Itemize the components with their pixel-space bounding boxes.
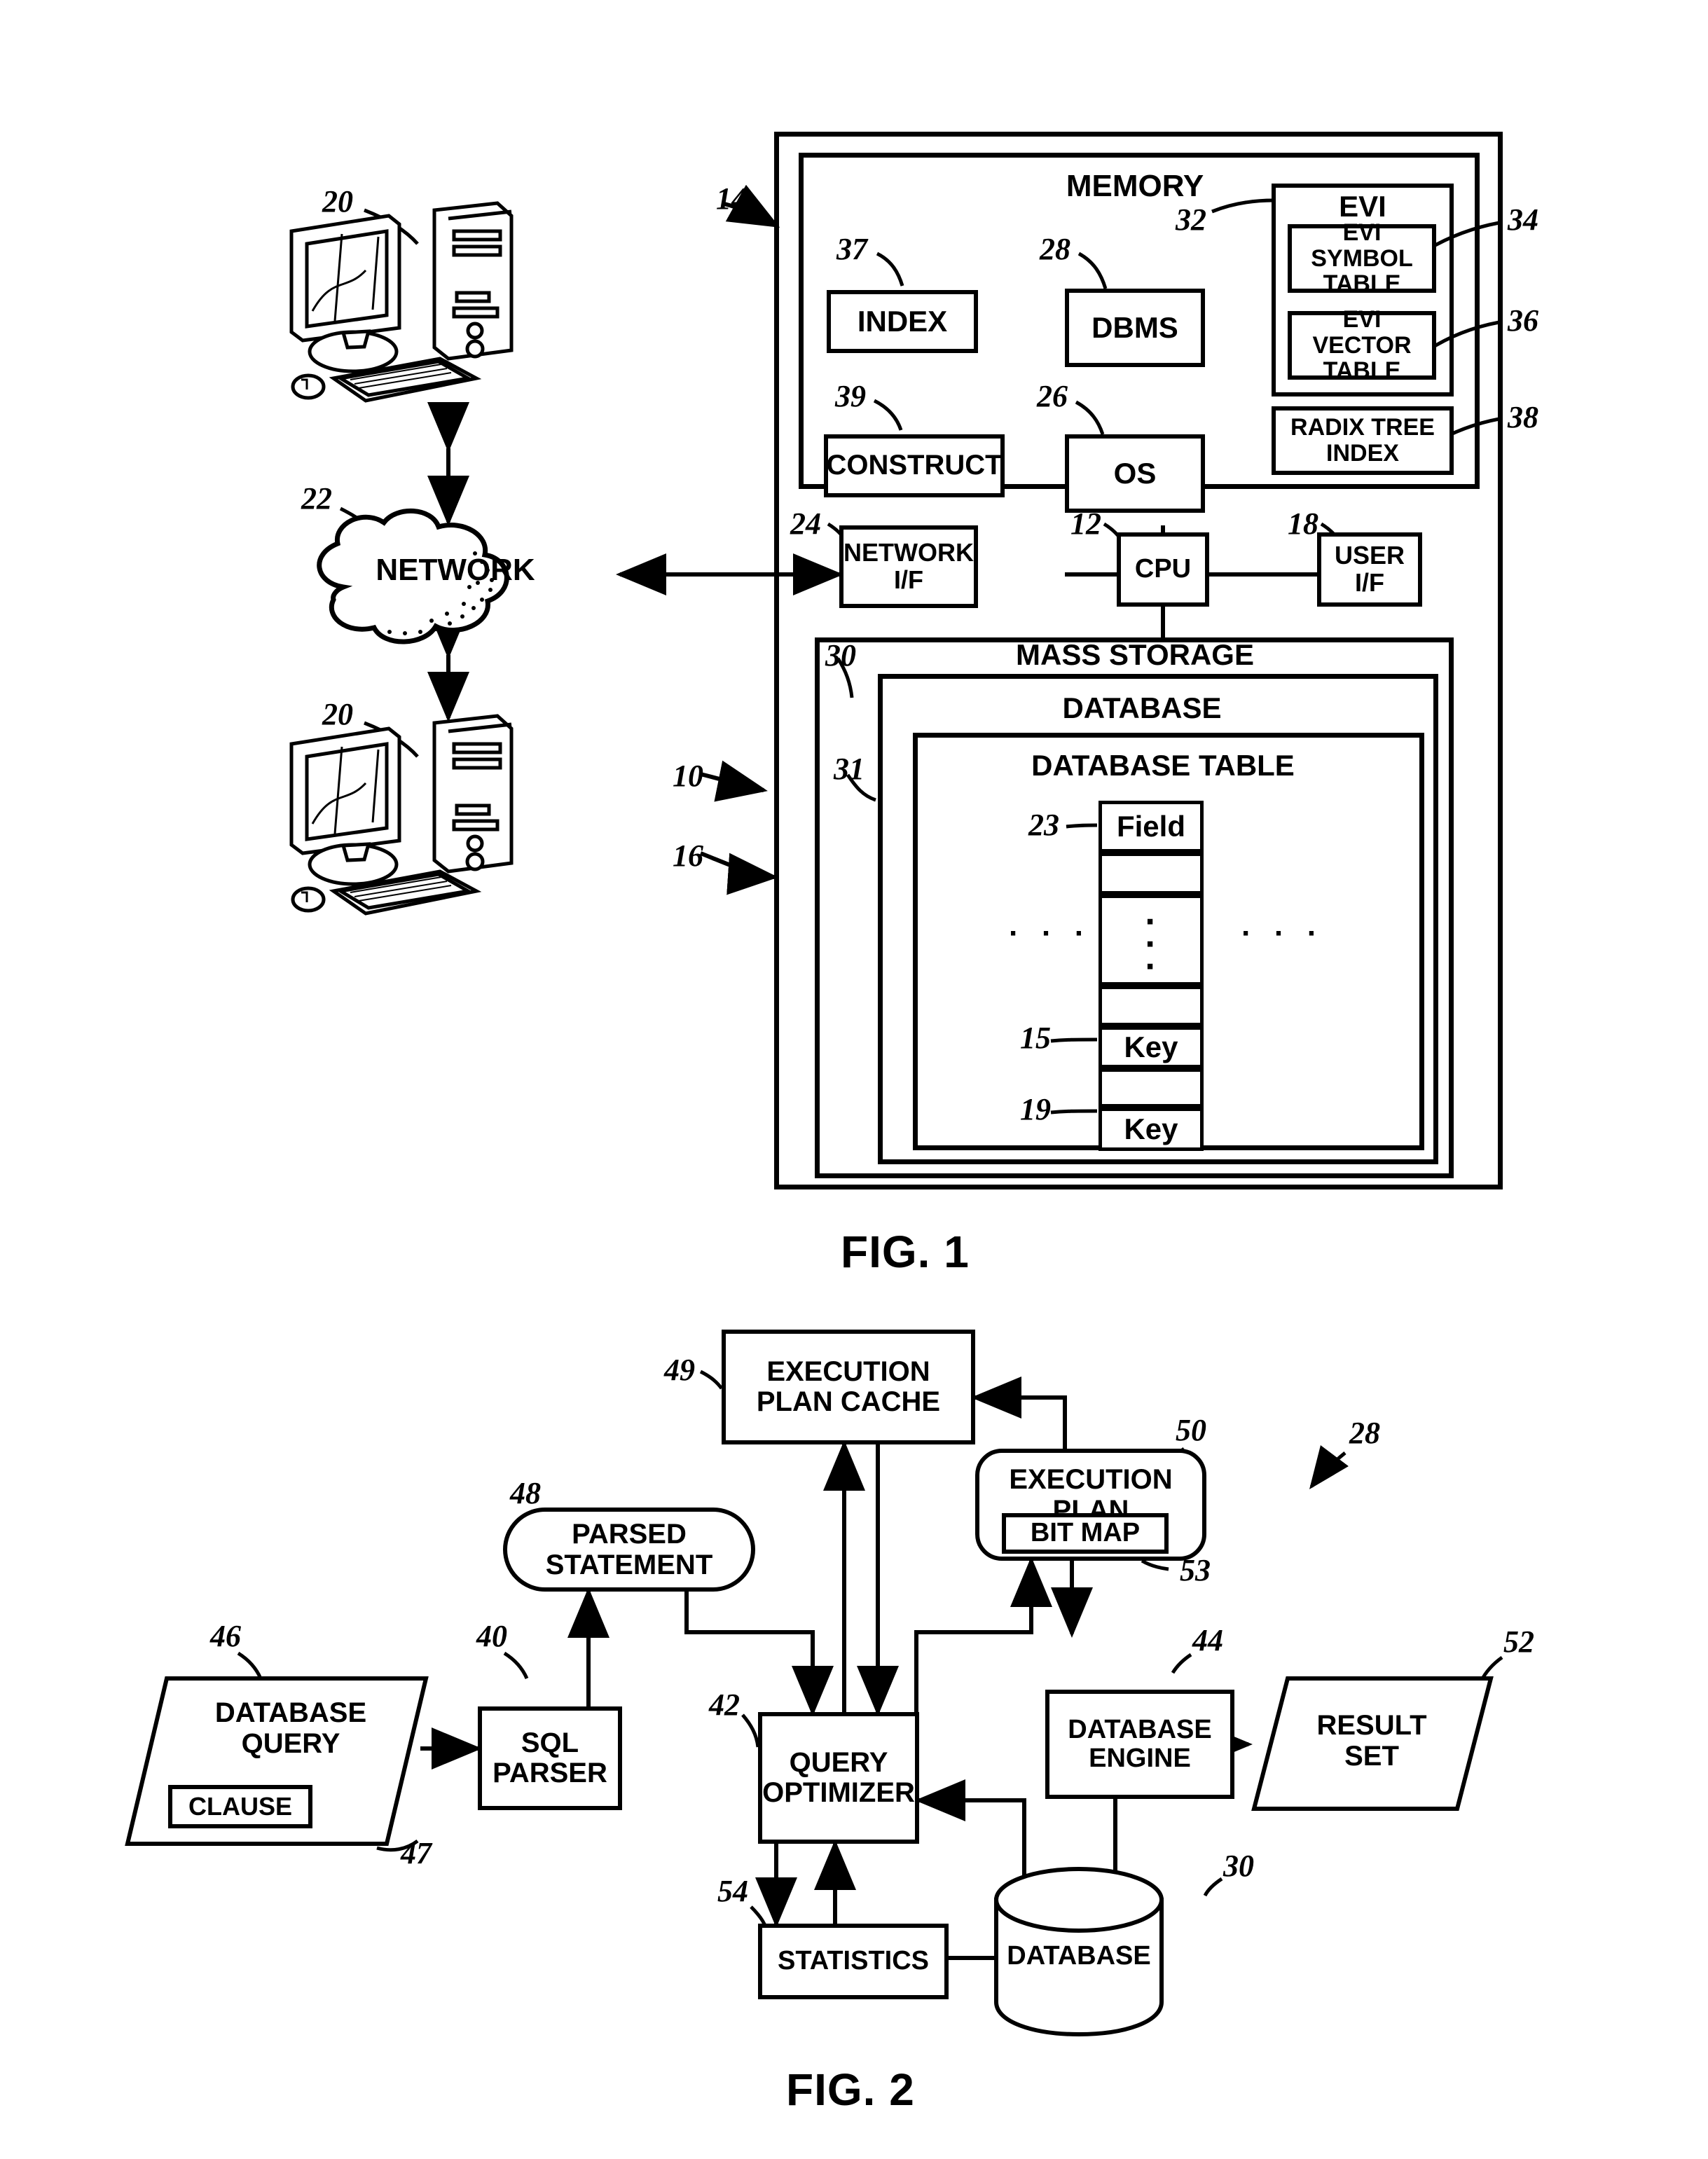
ref2-49: 49 (664, 1353, 695, 1387)
ref2-30: 30 (1223, 1849, 1254, 1883)
ref2-44: 44 (1192, 1623, 1223, 1657)
ref2-46: 46 (210, 1619, 241, 1653)
ref2-47: 47 (401, 1836, 432, 1870)
ref2-48: 48 (510, 1476, 541, 1510)
ref2-54: 54 (717, 1874, 748, 1908)
ref2-42: 42 (709, 1688, 740, 1722)
ref2-40: 40 (476, 1619, 507, 1653)
ref2-52: 52 (1503, 1625, 1534, 1659)
ref2-53: 53 (1180, 1553, 1211, 1587)
database-cylinder-label: DATABASE (1007, 1941, 1151, 1971)
patent-drawing-sheet: NETWORK MEMORY INDEX CONSTRUCT DBMS OS E… (0, 0, 1708, 2159)
ref2-50: 50 (1176, 1413, 1206, 1447)
figure-2-caption: FIG. 2 (786, 2064, 915, 2115)
database-cylinder (994, 1867, 1164, 2037)
ref2-28: 28 (1349, 1416, 1380, 1450)
